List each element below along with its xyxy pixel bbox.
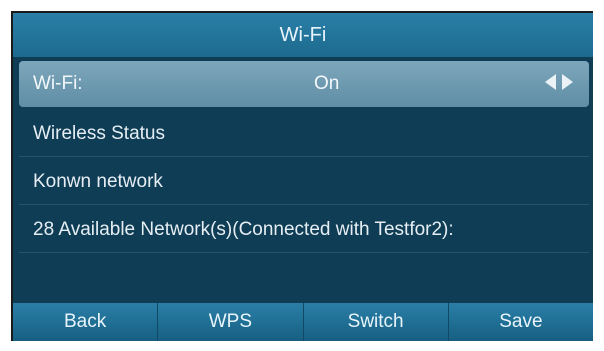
phone-screen: Wi-Fi Wi-Fi: On Wireless Status Konwn ne…: [11, 11, 593, 341]
wifi-label: Wi-Fi:: [33, 73, 83, 94]
menu-item-label: 28 Available Network(s)(Connected with T…: [33, 218, 454, 240]
triangle-right-icon[interactable]: [562, 74, 573, 90]
screen-title: Wi-Fi: [13, 13, 593, 57]
wps-softkey[interactable]: WPS: [157, 303, 302, 341]
menu-item-label: Konwn network: [33, 170, 163, 192]
triangle-left-icon[interactable]: [545, 74, 556, 90]
wifi-toggle-row[interactable]: Wi-Fi: On: [19, 61, 589, 107]
wifi-value: On: [314, 73, 340, 94]
save-softkey[interactable]: Save: [447, 303, 593, 341]
menu-item-wireless-status[interactable]: Wireless Status: [19, 111, 589, 157]
back-softkey[interactable]: Back: [13, 303, 157, 341]
menu-item-label: Wireless Status: [33, 122, 165, 144]
wifi-switch-arrows[interactable]: [545, 74, 573, 90]
softkey-bar: Back WPS Switch Save: [13, 303, 593, 341]
menu-item-available-networks[interactable]: 28 Available Network(s)(Connected with T…: [19, 207, 589, 253]
switch-softkey[interactable]: Switch: [302, 303, 448, 341]
menu-item-known-network[interactable]: Konwn network: [19, 159, 589, 205]
